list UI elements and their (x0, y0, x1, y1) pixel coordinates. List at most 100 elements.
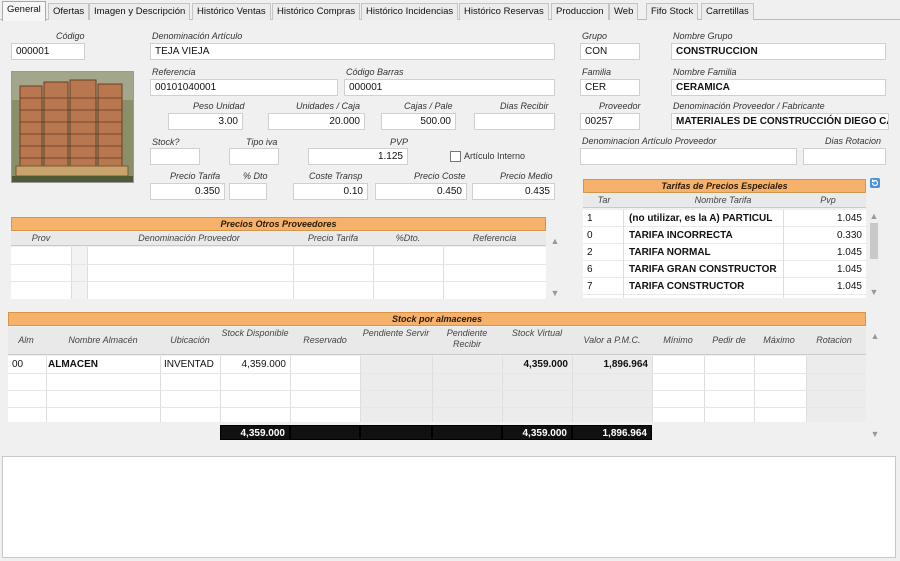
grupo-field[interactable]: CON (580, 43, 640, 60)
tarifa-pvp: 1.045 (836, 247, 862, 258)
coste-transp-label: Coste Transp (309, 171, 363, 181)
tab-ofertas[interactable]: Ofertas (48, 3, 90, 20)
scroll-up-icon[interactable]: ▲ (869, 330, 881, 342)
tarifa-tar: 0 (587, 230, 593, 241)
stock-title: Stock por almacenes (8, 312, 866, 326)
tarifa-nombre: TARIFA CONSTRUCTOR (629, 281, 745, 292)
tab-produccion[interactable]: Produccion (551, 3, 609, 20)
familia-label: Familia (582, 67, 612, 77)
table-row[interactable]: 2 TARIFA NORMAL 1.045 (583, 244, 868, 261)
dto-field[interactable] (229, 183, 267, 200)
cajas-pale-field[interactable]: 500.00 (381, 113, 456, 130)
col-alm: Alm (18, 335, 34, 345)
tab-historico-ventas[interactable]: Histórico Ventas (192, 3, 271, 20)
col-reservado: Reservado (303, 335, 347, 345)
table-row[interactable]: 1 (no utilizar, es la A) PARTICUL 1.045 (583, 210, 868, 227)
stock-grid: 00 ALMACEN INVENTAD 4,359.000 4,359.000 … (8, 356, 866, 422)
tab-carretillas[interactable]: Carretillas (701, 3, 754, 20)
nombre-familia-field[interactable]: CERAMICA (671, 79, 886, 96)
tab-fifo-stock[interactable]: Fifo Stock (646, 3, 699, 20)
scroll-up-icon[interactable]: ▲ (549, 235, 561, 247)
tab-historico-compras[interactable]: Histórico Compras (272, 3, 361, 20)
table-row[interactable]: 7 TARIFA CONSTRUCTOR 1.045 (583, 278, 868, 295)
stock-ubicacion: INVENTAD (164, 359, 214, 370)
denom-proveedor-field[interactable]: MATERIALES DE CONSTRUCCIÓN DIEGO CA (671, 113, 889, 130)
table-row[interactable]: 6 TARIFA GRAN CONSTRUCTOR 1.045 (583, 261, 868, 278)
precio-tarifa-label: Precio Tarifa (170, 171, 221, 181)
tarifa-nombre: TARIFA GRAN CONSTRUCTOR (629, 264, 777, 275)
tarifas-title: Tarifas de Precios Especiales (583, 179, 866, 193)
articulo-interno-checkbox[interactable] (450, 151, 461, 162)
tab-general[interactable]: General (2, 1, 46, 21)
denominacion-label: Denominación Artículo (152, 31, 243, 41)
peso-unidad-field[interactable]: 3.00 (168, 113, 243, 130)
tarifa-nombre: (no utilizar, es la A) PARTICUL (629, 213, 773, 224)
tarifa-tar: 2 (587, 247, 593, 258)
table-row[interactable]: 0 TARIFA INCORRECTA 0.330 (583, 227, 868, 244)
pvp-field[interactable]: 1.125 (308, 148, 408, 165)
tarifa-pvp: 0.330 (836, 230, 862, 241)
tab-historico-incidencias[interactable]: Histórico Incidencias (361, 3, 459, 20)
col-referencia: Referencia (472, 233, 517, 243)
grupo-label: Grupo (582, 31, 608, 41)
unidades-caja-field[interactable]: 20.000 (268, 113, 365, 130)
tarifa-pvp: 1.045 (836, 264, 862, 275)
stock-disponible: 4,359.000 (241, 359, 287, 370)
otros-proveedores-header: Prov Denominación Proveedor Precio Tarif… (11, 232, 546, 246)
tarifas-col-pvp: Pvp (820, 195, 836, 205)
tab-historico-reservas[interactable]: Histórico Reservas (459, 3, 549, 20)
cajas-pale-label: Cajas / Pale (404, 101, 453, 111)
precio-medio-field[interactable]: 0.435 (472, 183, 555, 200)
tarifa-nombre: TARIFA NORMAL (629, 247, 711, 258)
unidades-caja-label: Unidades / Caja (296, 101, 361, 111)
tarifas-col-nombre: Nombre Tarifa (694, 195, 752, 205)
codigo-field[interactable]: 000001 (11, 43, 85, 60)
total-pendiente-servir (360, 425, 432, 440)
tipo-iva-label: Tipo iva (246, 137, 278, 147)
denom-articulo-proveedor-field[interactable] (580, 148, 797, 165)
nombre-grupo-label: Nombre Grupo (673, 31, 733, 41)
col-rotacion: Rotacion (816, 335, 852, 345)
dias-rotacion-field[interactable] (803, 148, 886, 165)
stock-flag-field[interactable] (150, 148, 200, 165)
nombre-familia-label: Nombre Familia (673, 67, 737, 77)
otros-proveedores-title: Precios Otros Proveedores (11, 217, 546, 231)
total-virtual: 4,359.000 (502, 425, 572, 440)
tab-web[interactable]: Web (609, 3, 639, 20)
tarifas-refresh-icon[interactable] (869, 177, 881, 189)
tab-imagen-descripcion[interactable]: Imagen y Descripción (89, 3, 191, 20)
scroll-thumb[interactable] (870, 223, 878, 259)
stock-flag-label: Stock? (152, 137, 180, 147)
tarifas-header: Tar Nombre Tarifa Pvp (583, 194, 866, 208)
stock-virtual: 4,359.000 (523, 359, 569, 370)
total-disponible: 4,359.000 (220, 425, 290, 440)
col-pendiente-servir: Pendiente Servir (362, 328, 430, 338)
denominacion-field[interactable]: TEJA VIEJA (150, 43, 555, 60)
detail-area (2, 456, 896, 558)
scroll-down-icon[interactable]: ▼ (869, 428, 881, 440)
coste-transp-field[interactable]: 0.10 (293, 183, 368, 200)
col-nombre-almacen: Nombre Almacén (68, 335, 138, 345)
table-row[interactable]: 00 ALMACEN INVENTAD 4,359.000 4,359.000 … (8, 356, 866, 373)
scroll-down-icon[interactable]: ▼ (868, 286, 880, 298)
proveedor-field[interactable]: 00257 (580, 113, 640, 130)
codigo-label: Código (56, 31, 85, 41)
tarifa-tar: 1 (587, 213, 593, 224)
tipo-iva-field[interactable] (229, 148, 279, 165)
familia-field[interactable]: CER (580, 79, 640, 96)
codigo-barras-field[interactable]: 000001 (344, 79, 555, 96)
dias-recibir-field[interactable] (474, 113, 555, 130)
col-maximo: Máximo (763, 335, 795, 345)
scroll-down-icon[interactable]: ▼ (549, 287, 561, 299)
tarifas-scrollbar[interactable]: ▲ ▼ (868, 210, 880, 298)
col-prov: Prov (31, 233, 51, 243)
scroll-up-icon[interactable]: ▲ (868, 210, 880, 222)
articulo-interno-label: Artículo Interno (464, 151, 526, 161)
total-valor: 1,896.964 (572, 425, 652, 440)
precio-coste-field[interactable]: 0.450 (375, 183, 467, 200)
nombre-grupo-field[interactable]: CONSTRUCCION (671, 43, 886, 60)
tab-bar: General Ofertas Imagen y Descripción His… (0, 0, 900, 21)
col-dto: %Dto. (395, 233, 421, 243)
referencia-field[interactable]: 00101040001 (150, 79, 338, 96)
precio-tarifa-field[interactable]: 0.350 (150, 183, 225, 200)
